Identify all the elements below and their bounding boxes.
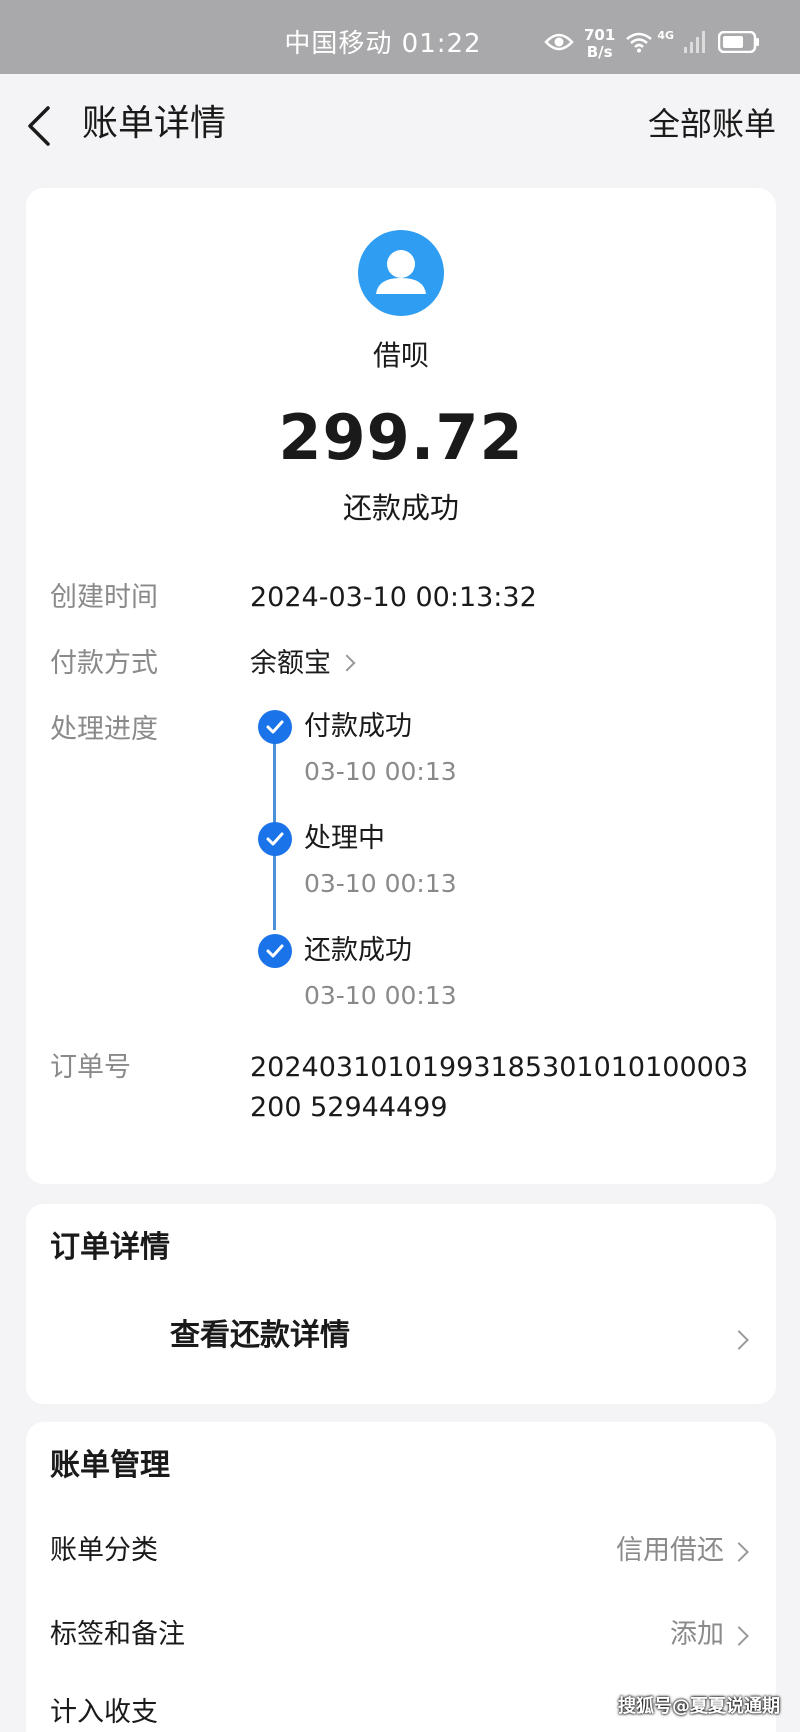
watermark: 搜狐号@夏夏说通期 <box>618 1696 780 1717</box>
progress-step: 还款成功 03-10 00:13 <box>256 932 736 1032</box>
status-icons: 701 B/s 4G <box>544 24 760 64</box>
back-arrow-icon[interactable] <box>24 104 58 148</box>
order-detail-card: 订单详情 查看还款详情 <box>26 1204 776 1404</box>
tags-notes-row[interactable]: 标签和备注 添加 <box>26 1606 776 1666</box>
bill-amount: 299.72 <box>278 401 524 474</box>
all-bills-link[interactable]: 全部账单 <box>648 100 776 148</box>
check-circle-icon <box>258 822 292 856</box>
progress-step-name: 还款成功 <box>304 935 412 966</box>
payment-method[interactable]: 余额宝 <box>250 644 356 684</box>
created-time-value: 2024-03-10 00:13:32 <box>250 582 537 613</box>
signal-icon <box>684 31 708 57</box>
bill-card: 借呗 299.72 还款成功 创建时间 2024-03-10 00:13:32 … <box>26 188 776 1184</box>
check-circle-icon <box>258 934 292 968</box>
chevron-right-icon <box>729 1542 749 1562</box>
tags-notes-label: 标签和备注 <box>50 1619 185 1650</box>
network-speed: 701 B/s <box>584 26 616 61</box>
tags-notes-value: 添加 <box>670 1619 724 1650</box>
view-repayment-detail-row[interactable]: 查看还款详情 <box>26 1304 776 1374</box>
check-circle-icon <box>258 710 292 744</box>
payment-method-label: 付款方式 <box>50 648 158 679</box>
bill-status: 还款成功 <box>342 491 459 525</box>
bill-category-label: 账单分类 <box>50 1535 158 1566</box>
bill-management-card: 账单管理 账单分类 信用借还 标签和备注 添加 计入收支 <box>26 1422 776 1732</box>
progress-step-name: 付款成功 <box>304 711 412 742</box>
chevron-right-icon <box>729 1330 749 1350</box>
progress-step-name: 处理中 <box>304 823 385 854</box>
battery-icon <box>717 30 760 57</box>
progress-timeline: 付款成功 03-10 00:13 处理中 03-10 00:13 还款成功 03… <box>256 708 736 1038</box>
wifi-icon <box>625 31 653 57</box>
eye-icon <box>544 32 574 56</box>
bill-category-value: 信用借还 <box>616 1535 724 1566</box>
payment-method-value: 余额宝 <box>250 648 331 679</box>
order-detail-title: 订单详情 <box>50 1230 170 1265</box>
bill-category-row[interactable]: 账单分类 信用借还 <box>26 1522 776 1582</box>
progress-step: 处理中 03-10 00:13 <box>256 820 736 920</box>
page-title: 账单详情 <box>82 103 227 144</box>
order-number-value: 20240310101993185301010100003200 5294449… <box>250 1052 749 1123</box>
chevron-right-icon <box>338 654 356 671</box>
progress-step-time: 03-10 00:13 <box>304 981 457 1010</box>
merchant-name: 借呗 <box>372 339 429 372</box>
merchant-avatar-icon <box>358 230 444 316</box>
nav-bar: 账单详情 全部账单 <box>0 74 800 174</box>
order-number-label: 订单号 <box>50 1052 131 1083</box>
progress-step: 付款成功 03-10 00:13 <box>256 708 736 808</box>
bill-management-title: 账单管理 <box>50 1448 170 1483</box>
view-repayment-detail-link: 查看还款详情 <box>170 1318 350 1353</box>
status-bar: 中国移动 01:22 701 B/s 4G <box>0 0 800 74</box>
count-in-budget-label: 计入收支 <box>50 1697 158 1728</box>
created-time-label: 创建时间 <box>50 582 158 613</box>
progress-step-time: 03-10 00:13 <box>304 869 457 898</box>
network-type: 4G <box>657 28 674 42</box>
progress-step-time: 03-10 00:13 <box>304 757 457 786</box>
chevron-right-icon <box>729 1626 749 1646</box>
progress-label: 处理进度 <box>50 714 158 745</box>
